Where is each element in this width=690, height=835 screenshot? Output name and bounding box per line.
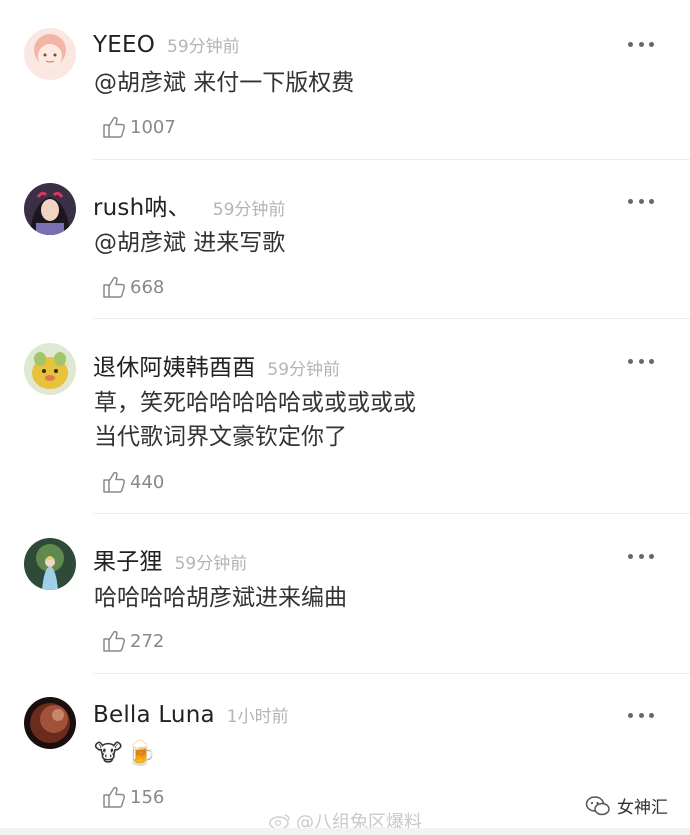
comment-list-page: YEEO 59分钟前 @胡彦斌 来付一下版权费 1007 rush呐、 59分钟… <box>0 0 690 835</box>
timestamp: 1小时前 <box>226 707 289 727</box>
comment-header: YEEO 59分钟前 <box>93 32 240 58</box>
comment-line: 草，笑死哈哈哈哈哈或或或或或 <box>94 390 416 416</box>
comment-line: 哈哈哈哈胡彦斌进来编曲 <box>94 585 347 611</box>
more-options-button[interactable] <box>628 41 654 47</box>
comment-text: 草，笑死哈哈哈哈哈或或或或或 当代歌词界文豪钦定你了 <box>94 386 416 454</box>
like-button[interactable]: 156 <box>101 784 164 810</box>
like-button[interactable]: 1007 <box>101 114 176 140</box>
avatar[interactable] <box>24 538 76 590</box>
thumbs-up-icon <box>103 786 126 808</box>
thumbs-up-icon <box>103 471 126 493</box>
like-button[interactable]: 668 <box>101 274 164 300</box>
comment-line: @胡彦斌 进来写歌 <box>94 230 286 256</box>
like-count: 668 <box>130 276 165 298</box>
timestamp: 59分钟前 <box>267 360 341 380</box>
like-count: 440 <box>130 471 165 493</box>
comment-emojis: 🐮 🍺 <box>94 736 160 771</box>
beer-emoji: 🍺 <box>126 739 157 767</box>
thumbs-up-icon <box>103 276 126 298</box>
thumbs-up-icon <box>103 116 126 138</box>
bottom-bar <box>0 828 690 835</box>
comment-text: @胡彦斌 进来写歌 <box>94 226 285 260</box>
comment-header: rush呐、 59分钟前 <box>93 188 285 222</box>
more-dots-icon <box>628 41 633 47</box>
timestamp: 59分钟前 <box>212 200 286 220</box>
more-dots-icon <box>628 198 633 204</box>
avatar[interactable] <box>24 183 76 235</box>
like-button[interactable]: 440 <box>101 469 164 495</box>
username[interactable]: YEEO <box>93 32 155 58</box>
more-options-button[interactable] <box>628 712 654 718</box>
comment-header: 退休阿姨韩酉酉 59分钟前 <box>93 348 340 382</box>
brand-text: 女神汇 <box>617 798 668 818</box>
more-dots-icon <box>628 358 633 364</box>
like-count: 1007 <box>130 116 176 138</box>
cow-emoji: 🐮 <box>94 739 123 767</box>
username[interactable]: Bella Luna <box>93 702 215 728</box>
comment-header: 果子狸 59分钟前 <box>93 542 247 576</box>
more-dots-icon <box>628 712 633 718</box>
username[interactable]: rush呐、 <box>93 188 191 222</box>
avatar[interactable] <box>24 697 76 749</box>
more-dots-icon <box>628 553 633 559</box>
like-count: 156 <box>130 786 165 808</box>
like-button[interactable]: 272 <box>101 628 164 654</box>
comment-header: Bella Luna 1小时前 <box>93 702 289 728</box>
thumbs-up-icon <box>103 630 126 652</box>
divider <box>93 318 690 319</box>
comment-text: 哈哈哈哈胡彦斌进来编曲 <box>94 581 347 615</box>
avatar[interactable] <box>24 28 76 80</box>
wechat-logo-icon <box>585 795 610 815</box>
divider <box>93 159 690 160</box>
timestamp: 59分钟前 <box>167 37 240 57</box>
more-options-button[interactable] <box>628 198 654 204</box>
comment-line: 当代歌词界文豪钦定你了 <box>94 424 347 450</box>
username[interactable]: 退休阿姨韩酉酉 <box>93 348 255 382</box>
divider <box>93 673 690 674</box>
timestamp: 59分钟前 <box>174 554 248 574</box>
comment-text: @胡彦斌 来付一下版权费 <box>94 66 354 100</box>
username[interactable]: 果子狸 <box>93 542 163 576</box>
more-options-button[interactable] <box>628 358 654 364</box>
brand-badge: 女神汇 <box>585 793 668 818</box>
divider <box>93 513 690 514</box>
comment-line: @胡彦斌 来付一下版权费 <box>94 70 355 96</box>
more-options-button[interactable] <box>628 553 654 559</box>
like-count: 272 <box>130 630 165 652</box>
avatar[interactable] <box>24 343 76 395</box>
